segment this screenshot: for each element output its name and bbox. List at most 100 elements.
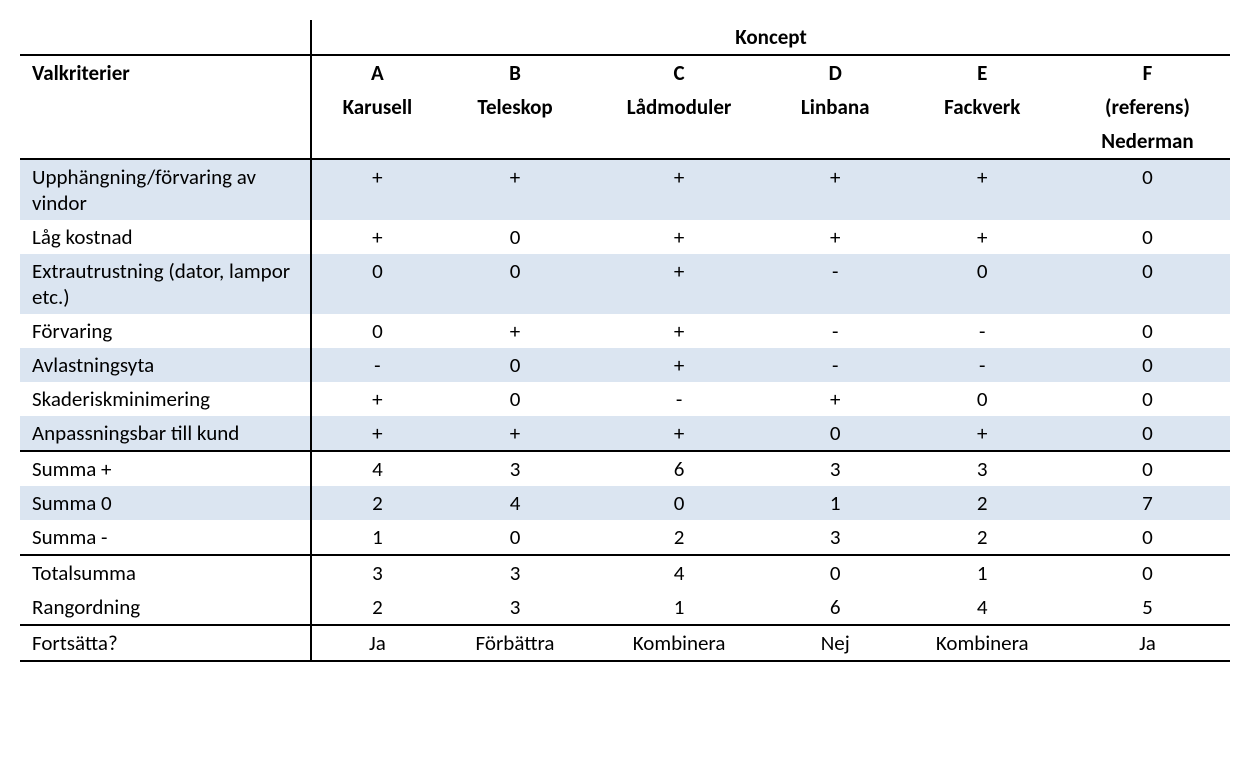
rank-label: Rangordning [20,590,311,625]
criteria-value: + [771,220,900,254]
sum-minus-value: 1 [311,520,443,555]
valkriterier-header: Valkriterier [20,55,311,90]
criteria-row: Extrautrustning (dator, lampor etc.) 0 0… [20,254,1230,314]
sum-zero-label: Summa 0 [20,486,311,520]
criteria-value: 0 [443,254,587,314]
col-name-F: (referens) [1065,90,1230,124]
sum-plus-label: Summa + [20,451,311,486]
col-extra-E [900,124,1065,159]
criteria-label: Upphängning/förvaring av vindor [20,159,311,220]
sum-plus-value: 3 [443,451,587,486]
sum-minus-row: Summa - 1 0 2 3 2 0 [20,520,1230,555]
criteria-value: + [587,254,771,314]
criteria-value: - [311,348,443,382]
criteria-value: + [771,159,900,220]
col-extra-A [311,124,443,159]
criteria-value: + [443,314,587,348]
total-value: 1 [900,555,1065,590]
continue-value: Kombinera [587,625,771,661]
criteria-value: - [771,254,900,314]
criteria-value: + [311,382,443,416]
sum-plus-value: 3 [900,451,1065,486]
criteria-value: 0 [311,254,443,314]
continue-value: Förbättra [443,625,587,661]
col-extra-D [771,124,900,159]
criteria-value: 0 [1065,254,1230,314]
criteria-value: - [900,314,1065,348]
sum-plus-value: 3 [771,451,900,486]
criteria-value: + [771,382,900,416]
col-extra-B [443,124,587,159]
total-value: 0 [1065,555,1230,590]
continue-value: Kombinera [900,625,1065,661]
sum-zero-value: 1 [771,486,900,520]
rank-row: Rangordning 2 3 1 6 4 5 [20,590,1230,625]
sum-zero-value: 7 [1065,486,1230,520]
pugh-matrix-table: Koncept Valkriterier A B C D E F Karusel… [20,20,1230,662]
criteria-value: 0 [900,254,1065,314]
criteria-value: 0 [1065,416,1230,451]
total-value: 4 [587,555,771,590]
criteria-label: Förvaring [20,314,311,348]
criteria-value: + [443,159,587,220]
criteria-value: + [443,416,587,451]
sum-plus-value: 4 [311,451,443,486]
criteria-value: + [587,159,771,220]
col-letter-A: A [311,55,443,90]
criteria-value: - [900,348,1065,382]
criteria-value: 0 [1065,220,1230,254]
criteria-value: + [587,416,771,451]
col-extra-C [587,124,771,159]
continue-value: Ja [311,625,443,661]
criteria-value: + [900,159,1065,220]
criteria-value: 0 [1065,159,1230,220]
criteria-value: + [587,348,771,382]
sum-zero-value: 2 [900,486,1065,520]
criteria-value: + [587,314,771,348]
total-value: 3 [311,555,443,590]
criteria-value: - [771,314,900,348]
criteria-row: Låg kostnad + 0 + + + 0 [20,220,1230,254]
koncept-header: Koncept [311,20,1230,55]
criteria-value: - [771,348,900,382]
sum-zero-value: 2 [311,486,443,520]
criteria-label: Låg kostnad [20,220,311,254]
criteria-value: 0 [1065,348,1230,382]
criteria-value: + [311,159,443,220]
continue-value: Nej [771,625,900,661]
criteria-value: + [311,220,443,254]
sum-plus-value: 6 [587,451,771,486]
sum-minus-value: 2 [587,520,771,555]
continue-value: Ja [1065,625,1230,661]
col-name-B: Teleskop [443,90,587,124]
sum-plus-row: Summa + 4 3 6 3 3 0 [20,451,1230,486]
sum-zero-value: 0 [587,486,771,520]
sum-minus-value: 3 [771,520,900,555]
rank-value: 4 [900,590,1065,625]
sum-plus-value: 0 [1065,451,1230,486]
total-value: 0 [771,555,900,590]
col-name-A: Karusell [311,90,443,124]
criteria-value: 0 [1065,314,1230,348]
total-value: 3 [443,555,587,590]
criteria-value: - [587,382,771,416]
criteria-value: 0 [443,382,587,416]
col-letter-E: E [900,55,1065,90]
criteria-row: Avlastningsyta - 0 + - - 0 [20,348,1230,382]
criteria-value: 0 [1065,382,1230,416]
criteria-value: 0 [771,416,900,451]
continue-label: Fortsätta? [20,625,311,661]
criteria-label: Anpassningsbar till kund [20,416,311,451]
sum-minus-label: Summa - [20,520,311,555]
criteria-label: Extrautrustning (dator, lampor etc.) [20,254,311,314]
col-name-D: Linbana [771,90,900,124]
criteria-row: Anpassningsbar till kund + + + 0 + 0 [20,416,1230,451]
header-blank [20,20,311,55]
criteria-value: 0 [900,382,1065,416]
col-name-C: Lådmoduler [587,90,771,124]
criteria-label: Skaderiskminimering [20,382,311,416]
col-letter-B: B [443,55,587,90]
header-blank-3 [20,124,311,159]
header-blank-2 [20,90,311,124]
col-letter-C: C [587,55,771,90]
